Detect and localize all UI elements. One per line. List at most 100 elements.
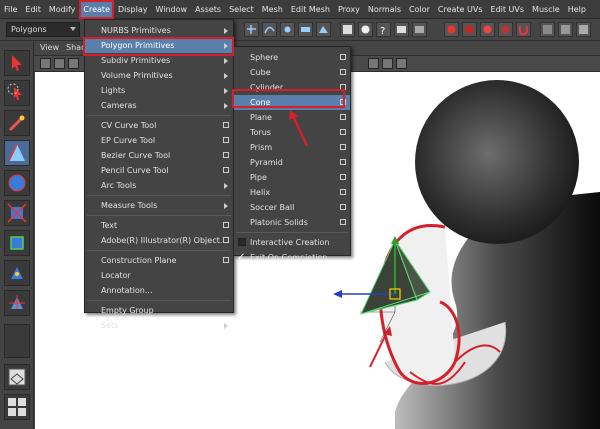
option-box-icon[interactable] — [340, 204, 346, 210]
snap-plane-icon[interactable] — [298, 22, 313, 37]
option-box-icon[interactable] — [223, 122, 229, 128]
option-box-icon[interactable] — [223, 222, 229, 228]
menu-select[interactable]: Select — [225, 0, 258, 19]
quick-layout-blank[interactable] — [4, 324, 30, 358]
paint-select-icon[interactable] — [4, 110, 30, 136]
create-menu-item[interactable]: NURBS Primitives — [85, 23, 233, 38]
option-box-icon[interactable] — [223, 237, 229, 243]
create-menu-item[interactable]: Pencil Curve Tool — [85, 163, 233, 178]
create-menu-item[interactable]: Sets — [85, 318, 233, 333]
option-box-icon[interactable] — [340, 144, 346, 150]
poly-menu-item-sphere[interactable]: Sphere — [234, 50, 350, 65]
option-box-icon[interactable] — [223, 167, 229, 173]
rotate-tool-icon[interactable] — [4, 170, 30, 196]
option-box-icon[interactable] — [340, 84, 346, 90]
create-menu-item-polygon-primitives[interactable]: Polygon Primitives — [85, 38, 233, 53]
menu-display[interactable]: Display — [114, 0, 152, 19]
option-box-icon[interactable] — [340, 219, 346, 225]
xray-icon[interactable] — [396, 58, 407, 69]
menu-edit-uvs[interactable]: Edit UVs — [487, 0, 529, 19]
create-menu-item[interactable]: CV Curve Tool — [85, 118, 233, 133]
create-menu-item[interactable]: Empty Group — [85, 303, 233, 318]
render-icon[interactable] — [358, 22, 373, 37]
create-menu-item[interactable]: Measure Tools — [85, 198, 233, 213]
panel-menu-view[interactable]: View — [40, 43, 59, 52]
panel-menu-shading[interactable]: Shac — [66, 43, 85, 52]
create-menu-item[interactable]: Annotation... — [85, 283, 233, 298]
menu-proxy[interactable]: Proxy — [334, 0, 364, 19]
menu-window[interactable]: Window — [152, 0, 192, 19]
option-box-icon[interactable] — [340, 174, 346, 180]
layer-editor-icon[interactable] — [576, 22, 591, 37]
script-icon[interactable] — [412, 22, 427, 37]
create-menu-item[interactable]: Volume Primitives — [85, 68, 233, 83]
single-pane-layout-icon[interactable] — [4, 364, 30, 390]
film-gate-icon[interactable] — [54, 58, 65, 69]
option-box-icon[interactable] — [340, 69, 346, 75]
create-menu-item[interactable]: Bezier Curve Tool — [85, 148, 233, 163]
menu-mesh[interactable]: Mesh — [258, 0, 287, 19]
camera-icon[interactable] — [40, 58, 51, 69]
option-box-icon[interactable] — [223, 257, 229, 263]
menu-edit-mesh[interactable]: Edit Mesh — [287, 0, 334, 19]
snap-grid-icon[interactable] — [244, 22, 259, 37]
channel-box-icon[interactable] — [558, 22, 573, 37]
wireframe-icon[interactable] — [368, 58, 379, 69]
create-menu-item[interactable]: Construction Plane — [85, 253, 233, 268]
poly-menu-item-cylinder[interactable]: Cylinder — [234, 80, 350, 95]
poly-menu-item-cube[interactable]: Cube — [234, 65, 350, 80]
poly-menu-item-pyramid[interactable]: Pyramid — [234, 155, 350, 170]
interactive-creation-toggle[interactable]: Interactive Creation — [234, 235, 350, 250]
menu-edit[interactable]: Edit — [21, 0, 45, 19]
render-settings-icon[interactable] — [444, 22, 459, 37]
create-menu-item[interactable]: Arc Tools — [85, 178, 233, 193]
magnet-icon[interactable] — [516, 22, 531, 37]
four-pane-layout-icon[interactable] — [4, 394, 30, 420]
poly-menu-item-helix[interactable]: Helix — [234, 185, 350, 200]
snap-point-icon[interactable] — [280, 22, 295, 37]
lasso-tool-icon[interactable] — [4, 80, 30, 106]
last-tool-icon[interactable] — [4, 290, 30, 316]
option-box-icon[interactable] — [340, 54, 346, 60]
create-menu-item[interactable]: Adobe(R) Illustrator(R) Object... — [85, 233, 233, 248]
menu-modify[interactable]: Modify — [45, 0, 80, 19]
attribute-editor-icon[interactable] — [540, 22, 555, 37]
input-line-icon[interactable] — [394, 22, 409, 37]
menu-create[interactable]: Create — [79, 0, 114, 19]
create-menu-item[interactable]: Lights — [85, 83, 233, 98]
option-box-icon[interactable] — [223, 137, 229, 143]
menu-help[interactable]: Help — [564, 0, 590, 19]
poly-menu-item-platonic-solids[interactable]: Platonic Solids — [234, 215, 350, 230]
hypershade-icon[interactable] — [498, 22, 513, 37]
option-box-icon[interactable] — [340, 159, 346, 165]
menu-create-uvs[interactable]: Create UVs — [434, 0, 487, 19]
help-icon[interactable]: ? — [376, 22, 391, 37]
soft-mod-tool-icon[interactable] — [4, 260, 30, 286]
create-menu-item[interactable]: Text — [85, 218, 233, 233]
menu-assets[interactable]: Assets — [191, 0, 225, 19]
option-box-icon[interactable] — [340, 129, 346, 135]
menu-file[interactable]: File — [0, 0, 21, 19]
move-tool-icon[interactable] — [4, 140, 30, 166]
select-tool-icon[interactable] — [4, 50, 30, 76]
exit-on-completion-toggle[interactable]: ✓ Exit On Completion — [234, 250, 350, 265]
option-box-icon[interactable] — [340, 99, 346, 105]
history-icon[interactable] — [340, 22, 355, 37]
poly-menu-item-soccer-ball[interactable]: Soccer Ball — [234, 200, 350, 215]
create-menu-item[interactable]: Subdiv Primitives — [85, 53, 233, 68]
menu-set-selector[interactable]: Polygons — [6, 22, 80, 37]
menu-color[interactable]: Color — [405, 0, 434, 19]
smooth-shade-icon[interactable] — [382, 58, 393, 69]
scale-tool-icon[interactable] — [4, 200, 30, 226]
create-menu-item[interactable]: Locator — [85, 268, 233, 283]
menu-normals[interactable]: Normals — [364, 0, 405, 19]
snap-surface-icon[interactable] — [316, 22, 331, 37]
option-box-icon[interactable] — [340, 114, 346, 120]
option-box-icon[interactable] — [223, 152, 229, 158]
create-menu-item[interactable]: EP Curve Tool — [85, 133, 233, 148]
ipr-icon[interactable] — [462, 22, 477, 37]
render-view-icon[interactable] — [480, 22, 495, 37]
snap-curve-icon[interactable] — [262, 22, 277, 37]
menu-muscle[interactable]: Muscle — [528, 0, 564, 19]
create-menu-item[interactable]: Cameras — [85, 98, 233, 113]
